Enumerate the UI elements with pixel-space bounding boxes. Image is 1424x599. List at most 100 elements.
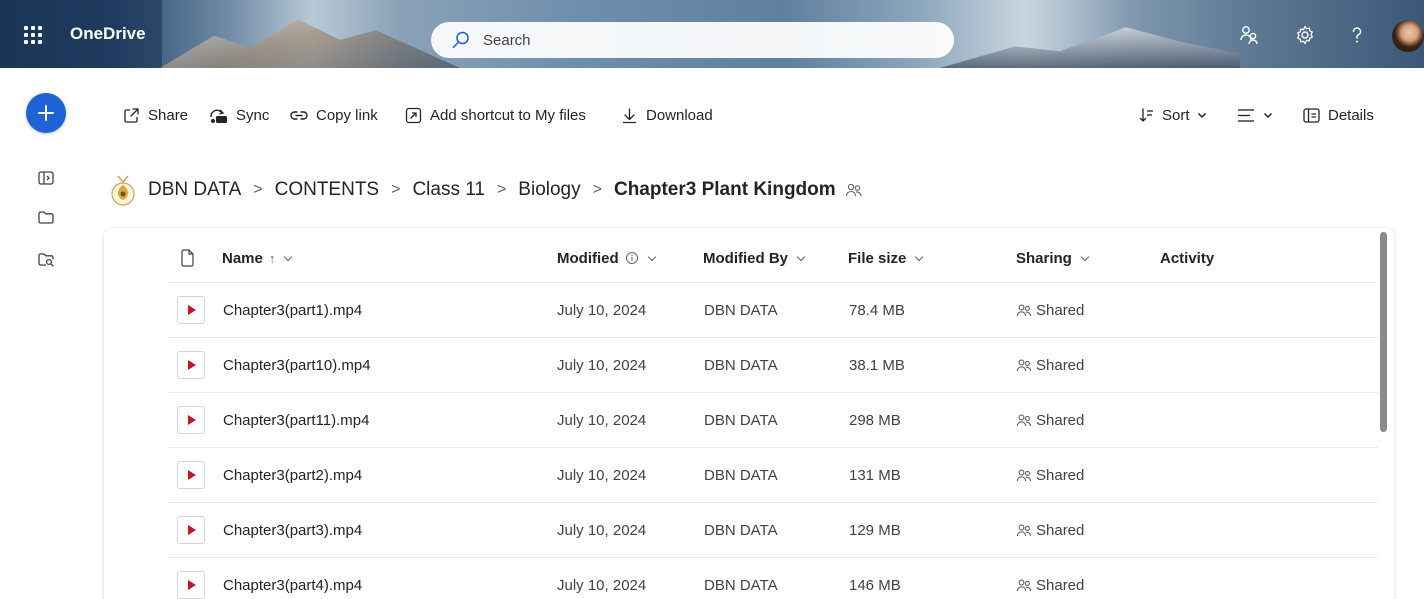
people-connect-icon <box>1240 26 1258 45</box>
library-logo-icon <box>111 175 135 206</box>
header-mountain-art-right <box>940 27 1240 68</box>
app-name[interactable]: OneDrive <box>70 24 146 44</box>
top-header-bar: OneDrive <box>0 0 1424 68</box>
search-icon <box>452 31 469 49</box>
breadcrumb-separator: > <box>592 181 602 198</box>
file-type-icon <box>181 249 194 267</box>
sharing-label: Shared <box>1036 412 1085 429</box>
search-box[interactable] <box>431 22 954 58</box>
file-size: 78.4 MB <box>849 302 905 319</box>
file-modified-by: DBN DATA <box>704 522 778 539</box>
details-button[interactable]: Details <box>1302 100 1374 130</box>
video-file-icon <box>177 406 205 434</box>
file-modified: July 10, 2024 <box>557 467 647 484</box>
chevron-down-icon <box>796 252 806 261</box>
settings-button[interactable] <box>1292 22 1318 48</box>
sync-button[interactable]: Sync <box>207 100 269 130</box>
sharing-label: Shared <box>1036 302 1085 319</box>
header-mountain-art <box>160 19 460 68</box>
add-shortcut-label: Add shortcut to My files <box>430 106 586 124</box>
sync-icon <box>210 109 227 123</box>
people-icon <box>1016 579 1032 592</box>
file-name[interactable]: Chapter3(part4).mp4 <box>223 577 362 594</box>
rail-shared-button[interactable] <box>35 248 57 270</box>
details-label: Details <box>1328 106 1374 124</box>
people-icon <box>845 183 862 197</box>
rail-home-button[interactable] <box>35 167 57 189</box>
rail-my-files-button[interactable] <box>35 206 57 228</box>
chevron-down-icon <box>1080 252 1090 261</box>
sort-icon <box>1139 107 1153 122</box>
video-file-icon <box>177 351 205 379</box>
plus-icon <box>38 105 54 121</box>
table-row[interactable]: Chapter3(part1).mp4 July 10, 2024 DBN DA… <box>168 283 1378 338</box>
link-icon <box>290 110 308 120</box>
file-name[interactable]: Chapter3(part10).mp4 <box>223 357 371 374</box>
file-sharing-status[interactable]: Shared <box>1016 522 1084 539</box>
people-icon <box>1016 469 1032 482</box>
file-name[interactable]: Chapter3(part1).mp4 <box>223 302 362 319</box>
sharing-label: Shared <box>1036 522 1085 539</box>
file-size-column-header[interactable]: File size <box>848 246 924 270</box>
sort-button[interactable]: Sort <box>1138 100 1207 130</box>
file-sharing-status[interactable]: Shared <box>1016 357 1084 374</box>
file-modified: July 10, 2024 <box>557 522 647 539</box>
file-sharing-status[interactable]: Shared <box>1016 467 1084 484</box>
share-button[interactable]: Share <box>122 100 188 130</box>
table-row[interactable]: Chapter3(part4).mp4 July 10, 2024 DBN DA… <box>168 558 1378 599</box>
file-size: 146 MB <box>849 577 901 594</box>
sort-arrow-up-icon: ↑ <box>268 250 276 266</box>
file-modified-by: DBN DATA <box>704 357 778 374</box>
file-name[interactable]: Chapter3(part3).mp4 <box>223 522 362 539</box>
download-button[interactable]: Download <box>620 100 713 130</box>
table-row[interactable]: Chapter3(part3).mp4 July 10, 2024 DBN DA… <box>168 503 1378 558</box>
gear-icon <box>1297 25 1313 45</box>
create-new-button[interactable] <box>26 93 66 133</box>
list-scrollbar[interactable] <box>1380 232 1387 432</box>
file-modified-by: DBN DATA <box>704 412 778 429</box>
avatar[interactable] <box>1392 20 1424 52</box>
breadcrumb-item-contents[interactable]: CONTENTS <box>275 179 380 201</box>
folder-shared-indicator[interactable] <box>845 182 863 198</box>
name-column-label: Name <box>222 249 263 267</box>
sync-label: Sync <box>236 106 270 124</box>
activity-column-header[interactable]: Activity <box>1160 246 1214 270</box>
people-icon <box>1016 414 1032 427</box>
video-file-icon <box>177 461 205 489</box>
name-column-header[interactable]: Name ↑ <box>222 246 293 270</box>
table-row[interactable]: Chapter3(part11).mp4 July 10, 2024 DBN D… <box>168 393 1378 448</box>
chevron-down-icon <box>1263 112 1273 119</box>
breadcrumb-item-biology[interactable]: Biology <box>518 179 580 201</box>
list-view-icon <box>1238 108 1254 122</box>
sharing-column-header[interactable]: Sharing <box>1016 246 1090 270</box>
copy-link-button[interactable]: Copy link <box>289 100 378 130</box>
file-modified-by: DBN DATA <box>704 467 778 484</box>
help-button[interactable] <box>1344 22 1370 48</box>
download-icon <box>622 107 637 123</box>
view-options-button[interactable] <box>1236 100 1273 130</box>
file-sharing-status[interactable]: Shared <box>1016 412 1084 429</box>
file-name[interactable]: Chapter3(part2).mp4 <box>223 467 362 484</box>
add-shortcut-button[interactable]: Add shortcut to My files <box>404 100 586 130</box>
file-name[interactable]: Chapter3(part11).mp4 <box>223 412 369 429</box>
file-type-column-header[interactable] <box>180 246 195 270</box>
app-launcher-icon[interactable] <box>24 26 42 44</box>
chevron-down-icon <box>647 252 656 261</box>
file-size: 129 MB <box>849 522 901 539</box>
breadcrumb-item-dbn-data[interactable]: DBN DATA <box>148 179 241 201</box>
people-icon <box>1016 524 1032 537</box>
chevron-down-icon <box>1197 112 1206 119</box>
search-input[interactable] <box>483 29 923 51</box>
file-sharing-status[interactable]: Shared <box>1016 577 1084 594</box>
file-sharing-status[interactable]: Shared <box>1016 302 1084 319</box>
breadcrumb-item-class-11[interactable]: Class 11 <box>412 179 485 201</box>
file-modified: July 10, 2024 <box>557 412 647 429</box>
download-label: Download <box>646 106 713 124</box>
table-row[interactable]: Chapter3(part10).mp4 July 10, 2024 DBN D… <box>168 338 1378 393</box>
breadcrumb-separator: > <box>391 181 401 198</box>
share-connect-button[interactable] <box>1236 22 1262 48</box>
table-row[interactable]: Chapter3(part2).mp4 July 10, 2024 DBN DA… <box>168 448 1378 503</box>
modified-column-header[interactable]: Modified <box>557 246 656 270</box>
file-modified-by: DBN DATA <box>704 577 778 594</box>
modified-by-column-header[interactable]: Modified By <box>703 246 806 270</box>
